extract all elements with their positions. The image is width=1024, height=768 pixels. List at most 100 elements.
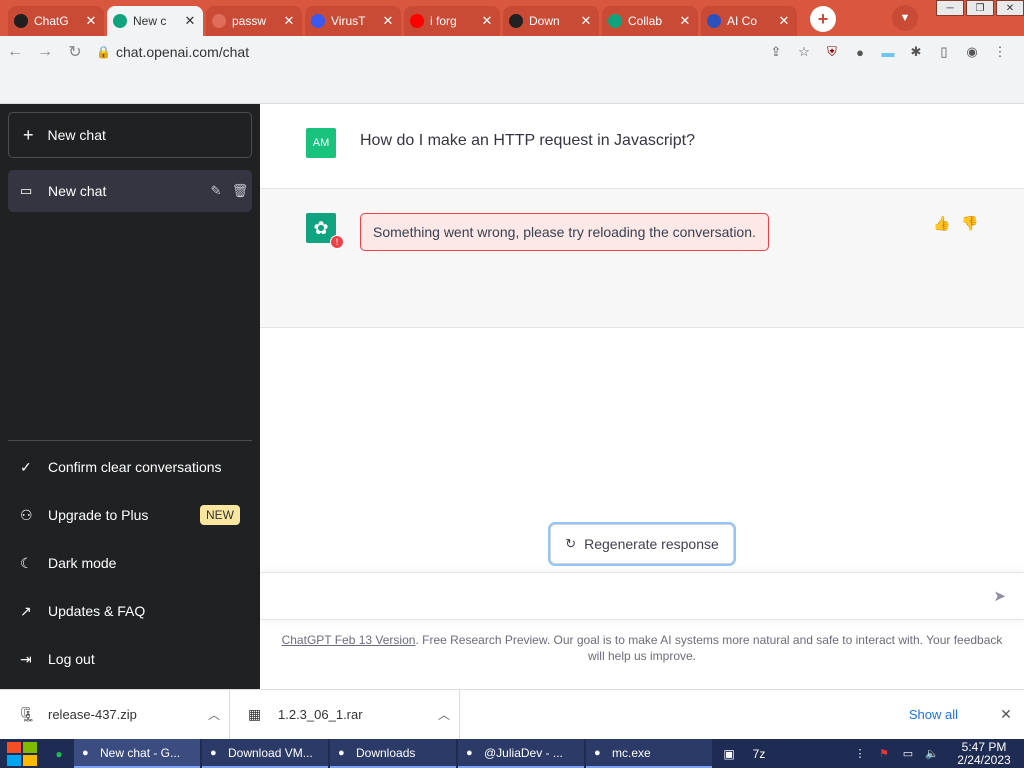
tab-title: Collab bbox=[628, 14, 663, 28]
close-tab-icon[interactable]: ✕ bbox=[678, 13, 692, 29]
spotify-icon[interactable]: ● bbox=[44, 747, 74, 761]
toolbar-icons: ⇪ ☆ ⛨ ● ▬ ✱ ▯ ◉ ⋮ bbox=[762, 44, 1024, 60]
sidebar-item-updates-faq[interactable]: ↗ Updates & FAQ bbox=[8, 587, 252, 635]
forward-icon[interactable]: → bbox=[30, 43, 60, 61]
tab-title: i forg bbox=[430, 14, 457, 28]
thumbs-up-icon[interactable]: 👍 bbox=[928, 215, 956, 232]
regenerate-response-button[interactable]: ↻ Regenerate response bbox=[550, 524, 734, 564]
sidebar-item-confirm-clear[interactable]: ✓ Confirm clear conversations bbox=[8, 443, 252, 491]
browser-tab[interactable]: Collab ✕ bbox=[602, 6, 698, 36]
show-all-link[interactable]: Show all bbox=[909, 707, 988, 722]
close-tab-icon[interactable]: ✕ bbox=[183, 13, 197, 29]
new-badge: NEW bbox=[200, 505, 240, 525]
browser-tab[interactable]: New c ✕ bbox=[107, 6, 203, 36]
download-item[interactable]: 🗜 release-437.zip ︿ bbox=[0, 689, 230, 740]
windows-logo-icon bbox=[7, 741, 37, 766]
message-input[interactable]: ➤ bbox=[260, 572, 1024, 620]
reload-icon[interactable]: ↻ bbox=[60, 42, 90, 62]
start-button[interactable] bbox=[0, 739, 44, 768]
chevron-up-icon[interactable]: ︿ bbox=[429, 706, 459, 723]
menu-dots-icon[interactable]: ⋮ bbox=[986, 44, 1014, 60]
url-field[interactable]: 🔒 chat.openai.com/chat bbox=[96, 39, 696, 65]
downloads-shelf: 🗜 release-437.zip ︿ ▦ 1.2.3_06_1.rar ︿ S… bbox=[0, 689, 1024, 740]
media-player-icon[interactable]: ▣ bbox=[714, 747, 744, 761]
clock-time: 5:47 PM bbox=[961, 739, 1007, 754]
sidebar-item-label: Confirm clear conversations bbox=[48, 459, 222, 475]
minimize-button[interactable]: ─ bbox=[936, 0, 964, 16]
tab-title: passw bbox=[232, 14, 267, 28]
tab-title: VirusT bbox=[331, 14, 366, 28]
app-icon: ● bbox=[594, 746, 601, 759]
maximize-button[interactable]: ❐ bbox=[966, 0, 994, 16]
sidebar: + New chat ▭ New chat ✎ 🗑 ✓ Confirm clea… bbox=[0, 104, 260, 689]
tab-title: AI Co bbox=[727, 14, 758, 28]
share-icon[interactable]: ⇪ bbox=[762, 44, 790, 60]
sidebar-item-log-out[interactable]: ⇥ Log out bbox=[8, 635, 252, 683]
conversation-item[interactable]: ▭ New chat ✎ 🗑 bbox=[8, 170, 252, 212]
close-tab-icon[interactable]: ✕ bbox=[579, 13, 593, 29]
youtube-icon bbox=[410, 14, 424, 28]
close-icon[interactable]: ✕ bbox=[988, 706, 1024, 723]
back-icon[interactable]: ← bbox=[0, 43, 30, 61]
globe-icon bbox=[212, 14, 226, 28]
user-message-row: AM How do I make an HTTP request in Java… bbox=[260, 104, 1024, 189]
browser-tab[interactable]: VirusT ✕ bbox=[305, 6, 401, 36]
close-window-button[interactable]: ✕ bbox=[996, 0, 1024, 16]
close-tab-icon[interactable]: ✕ bbox=[777, 13, 791, 29]
side-panel-icon[interactable]: ▯ bbox=[930, 44, 958, 60]
puzzle-icon[interactable]: ✱ bbox=[902, 44, 930, 60]
browser-tab[interactable]: AI Co ✕ bbox=[701, 6, 797, 36]
close-tab-icon[interactable]: ✕ bbox=[381, 13, 395, 29]
version-link[interactable]: ChatGPT Feb 13 Version bbox=[282, 633, 416, 647]
error-message: Something went wrong, please try reloadi… bbox=[360, 213, 769, 251]
profile-icon[interactable]: ◉ bbox=[958, 44, 986, 60]
taskbar-app[interactable]: ● Downloads bbox=[330, 739, 456, 768]
send-icon[interactable]: ➤ bbox=[993, 587, 1006, 605]
browser-tab[interactable]: ChatG ✕ bbox=[8, 6, 104, 36]
close-tab-icon[interactable]: ✕ bbox=[480, 13, 494, 29]
taskbar-app[interactable]: ● Download VM... bbox=[202, 739, 328, 768]
new-tab-button[interactable]: + bbox=[810, 6, 836, 32]
extension-flag-icon[interactable]: ▬ bbox=[874, 45, 902, 60]
lock-icon[interactable]: 🔒 bbox=[96, 45, 116, 59]
assistant-message-row: ✿ ! Something went wrong, please try rel… bbox=[260, 189, 1024, 328]
folder-icon: ● bbox=[338, 746, 345, 759]
download-item[interactable]: ▦ 1.2.3_06_1.rar ︿ bbox=[230, 689, 460, 740]
7zip-icon[interactable]: 7z bbox=[744, 747, 774, 761]
thumbs-down-icon[interactable]: 👎 bbox=[956, 215, 984, 232]
flag-icon[interactable]: ⚑ bbox=[872, 747, 896, 760]
new-chat-button[interactable]: + New chat bbox=[8, 112, 252, 158]
sidebar-item-dark-mode[interactable]: ☾ Dark mode bbox=[8, 539, 252, 587]
trash-icon[interactable]: 🗑 bbox=[228, 183, 252, 199]
overflow-dots-icon[interactable]: ⋮ bbox=[848, 747, 872, 760]
chatgpt-icon bbox=[14, 14, 28, 28]
browser-tab[interactable]: passw ✕ bbox=[206, 6, 302, 36]
close-tab-icon[interactable]: ✕ bbox=[282, 13, 296, 29]
close-tab-icon[interactable]: ✕ bbox=[84, 13, 98, 29]
chatgpt-icon bbox=[113, 14, 127, 28]
clock[interactable]: 5:47 PM 2/24/2023 bbox=[944, 739, 1024, 767]
extension-avatar-icon[interactable]: ● bbox=[846, 45, 874, 60]
browser-tab[interactable]: Down ✕ bbox=[503, 6, 599, 36]
external-link-icon: ↗ bbox=[20, 602, 32, 619]
chrome-icon: ● bbox=[210, 746, 217, 759]
tab-search-button[interactable]: ▼ bbox=[892, 5, 918, 31]
system-tray: ⋮ ⚑ ▭ 🔈 5:47 PM 2/24/2023 bbox=[848, 739, 1024, 767]
star-icon[interactable]: ☆ bbox=[790, 44, 818, 60]
taskbar-app[interactable]: ● @JuliaDev - ... bbox=[458, 739, 584, 768]
virustotal-icon bbox=[311, 14, 325, 28]
taskbar-app[interactable]: ● New chat - G... bbox=[74, 739, 200, 768]
network-icon[interactable]: ▭ bbox=[896, 747, 920, 760]
ublock-icon[interactable]: ⛨ bbox=[818, 44, 846, 60]
sidebar-item-upgrade[interactable]: ⚇ Upgrade to Plus NEW bbox=[8, 491, 252, 539]
edit-icon[interactable]: ✎ bbox=[204, 183, 228, 199]
browser-tab[interactable]: i forg ✕ bbox=[404, 6, 500, 36]
c-letter-icon bbox=[707, 14, 721, 28]
regenerate-label: Regenerate response bbox=[584, 536, 719, 552]
taskbar-app[interactable]: ● mc.exe bbox=[586, 739, 712, 768]
chat-main: AM How do I make an HTTP request in Java… bbox=[260, 104, 1024, 689]
download-name: 1.2.3_06_1.rar bbox=[278, 707, 363, 722]
volume-icon[interactable]: 🔈 bbox=[920, 747, 944, 760]
check-icon: ✓ bbox=[20, 458, 32, 475]
chevron-up-icon[interactable]: ︿ bbox=[199, 706, 229, 723]
